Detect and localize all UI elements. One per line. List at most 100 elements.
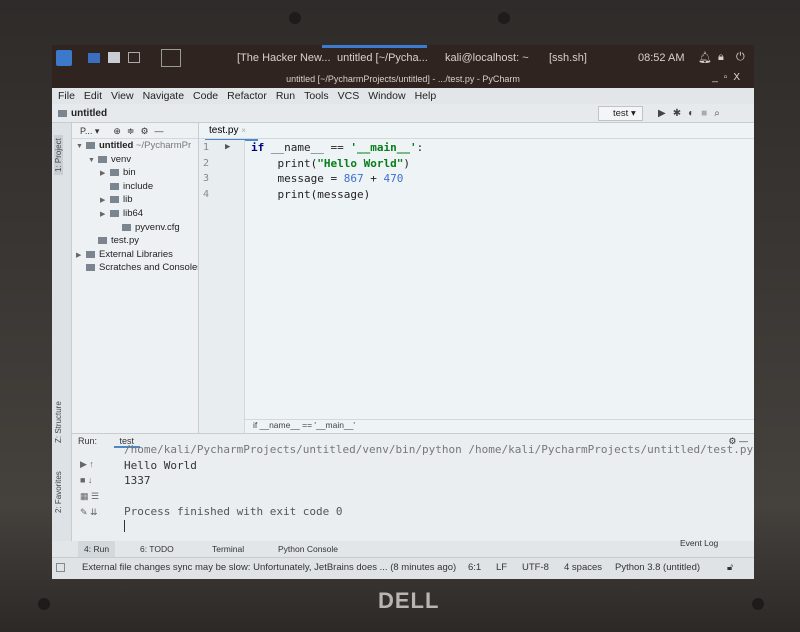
menu-window[interactable]: Window [368,88,405,104]
run-toolbar: ▶ ↑ ■ ↓ ▦ ☰ ✎ ⇊ [80,456,99,520]
tree-item[interactable]: ▶ bin [72,166,198,180]
output-line: 1337 [124,474,151,487]
navigation-bar: untitled test ▾ ▶✱◐■⌕ [52,104,754,123]
tree-item[interactable]: test.py [72,234,198,248]
menu-edit[interactable]: Edit [84,88,102,104]
run-gutter-icon[interactable]: ▶ [225,142,230,152]
task-pycharm[interactable]: untitled [~/Pycha... [337,52,428,64]
tree-item[interactable]: ▶ lib [72,193,198,207]
interpreter[interactable]: Python 3.8 (untitled) [615,558,700,578]
tree-item-label: untitled [99,140,134,151]
code-breadcrumb[interactable]: if __name__ == '__main__' [245,419,754,433]
caret-position[interactable]: 6:1 [468,558,481,578]
toggle-tool-windows-icon[interactable] [56,563,65,572]
menu-run[interactable]: Run [276,88,295,104]
menu-file[interactable]: File [58,88,75,104]
tree-item-label: venv [111,153,132,165]
kali-menu-icon[interactable] [56,50,72,66]
debug-icon[interactable]: ✱ [673,108,688,119]
tree-item[interactable]: ▼ venv [72,153,198,167]
line-separator[interactable]: LF [496,558,507,578]
tab-python-console[interactable]: Python Console [278,541,338,557]
task-terminal[interactable]: kali@localhost: ~ [445,52,529,64]
tree-item[interactable]: ▼ untitled ~/PycharmPr [72,139,198,153]
menu-code[interactable]: Code [193,88,218,104]
folder-icon [58,109,67,117]
tab-terminal[interactable]: Terminal [212,541,244,557]
tree-item-label: bin [123,167,136,179]
workspace-icon[interactable] [161,49,181,67]
line-number: 2 [203,157,210,169]
tree-item-label: test.py [111,235,139,247]
file-encoding[interactable]: UTF-8 [522,558,549,578]
rerun-icon[interactable]: ▶ ↑ [80,456,99,472]
pin-icon[interactable]: ✎ ⇊ [80,504,99,520]
expand-arrow-icon[interactable]: ▶ [100,194,110,208]
files-icon[interactable] [108,52,120,63]
menu-tools[interactable]: Tools [304,88,329,104]
tree-item[interactable]: Scratches and Consoles [72,261,198,275]
menu-navigate[interactable]: Navigate [143,88,184,104]
maximize-button[interactable]: ▫ [724,72,734,83]
task-ssh[interactable]: [ssh.sh] [549,52,587,64]
expand-arrow-icon[interactable]: ▼ [76,140,86,154]
tree-item[interactable]: pyvenv.cfg [72,221,198,235]
power-icon[interactable]: ⏻ [736,51,745,64]
structure-tool-tab[interactable]: Z: Structure [54,401,63,443]
close-tab-icon[interactable]: × [241,126,246,135]
tab-todo[interactable]: 6: TODO [140,541,174,557]
screen: [The Hacker New... untitled [~/Pycha... … [52,45,754,579]
editor-tab-test-py[interactable]: test.py × [205,123,258,141]
search-icon[interactable]: ⌕ [714,108,727,119]
close-button[interactable]: X [733,72,746,83]
status-message[interactable]: External file changes sync may be slow: … [82,558,456,578]
code-area[interactable]: if __name__ == '__main__': print("Hello … [251,140,423,202]
project-view-select[interactable]: P... ▾ [80,126,99,136]
clock[interactable]: 08:52 AM [638,52,684,64]
run-output[interactable]: /home/kali/PycharmProjects/untitled/venv… [124,442,753,532]
lock-icon[interactable]: 🔒︎ [718,51,724,64]
menu-view[interactable]: View [111,88,134,104]
event-log-button[interactable]: Event Log [680,535,718,551]
project-tool-tab[interactable]: 1: Project [54,135,63,175]
stop-icon[interactable]: ■ [701,108,714,119]
code-line: if __name__ == '__main__': [251,141,424,154]
tree-item[interactable]: ▶ External Libraries [72,248,198,262]
tree-item-label: External Libraries [99,248,173,260]
menu-vcs[interactable]: VCS [338,88,360,104]
breadcrumb-project[interactable]: untitled [71,108,107,119]
expand-arrow-icon[interactable]: ▼ [88,154,98,168]
terminal-icon[interactable] [128,52,140,63]
run-panel: Run: test ⚙ — ▶ ↑ ■ ↓ ▦ ☰ ✎ ⇊ /home/kali/Pyc… [72,433,754,541]
run-config-select[interactable]: test ▾ [598,106,643,121]
bezel-screw [38,598,50,610]
expand-arrow-icon[interactable]: ▶ [76,249,86,263]
task-hacker-news[interactable]: [The Hacker New... [237,52,331,64]
tree-item[interactable]: ▶ lib64 [72,207,198,221]
folder-icon [110,182,119,190]
expand-arrow-icon[interactable]: ▶ [100,167,110,181]
layout-icon[interactable]: ▦ ☰ [80,488,99,504]
output-cursor [124,519,753,532]
tab-run[interactable]: 4: Run [78,541,116,557]
code-line: print(message) [251,187,371,201]
indent-setting[interactable]: 4 spaces [564,558,602,578]
tree-item[interactable]: include [72,180,198,194]
panel-tool-icons[interactable]: ⊕≑⚙— [113,126,169,136]
editor: test.py × 1 2 3 4 ▶ if __name__ == '__ma… [199,123,754,433]
lock-status-icon[interactable]: 🔓︎ [727,558,733,578]
folder-icon [98,155,107,163]
minimize-button[interactable]: _ [712,72,724,83]
menu-refactor[interactable]: Refactor [227,88,267,104]
expand-arrow-icon[interactable]: ▶ [100,208,110,222]
folder-icon [122,223,131,231]
coverage-icon[interactable]: ◐ [688,108,701,119]
desktop-icon[interactable] [88,53,100,63]
bell-icon[interactable]: 🔔︎ [698,51,712,64]
stop-run-icon[interactable]: ■ ↓ [80,472,99,488]
folder-icon [98,237,107,245]
run-icon[interactable]: ▶ [658,108,673,119]
menu-help[interactable]: Help [415,88,437,104]
favorites-tool-tab[interactable]: 2: Favorites [54,471,63,513]
